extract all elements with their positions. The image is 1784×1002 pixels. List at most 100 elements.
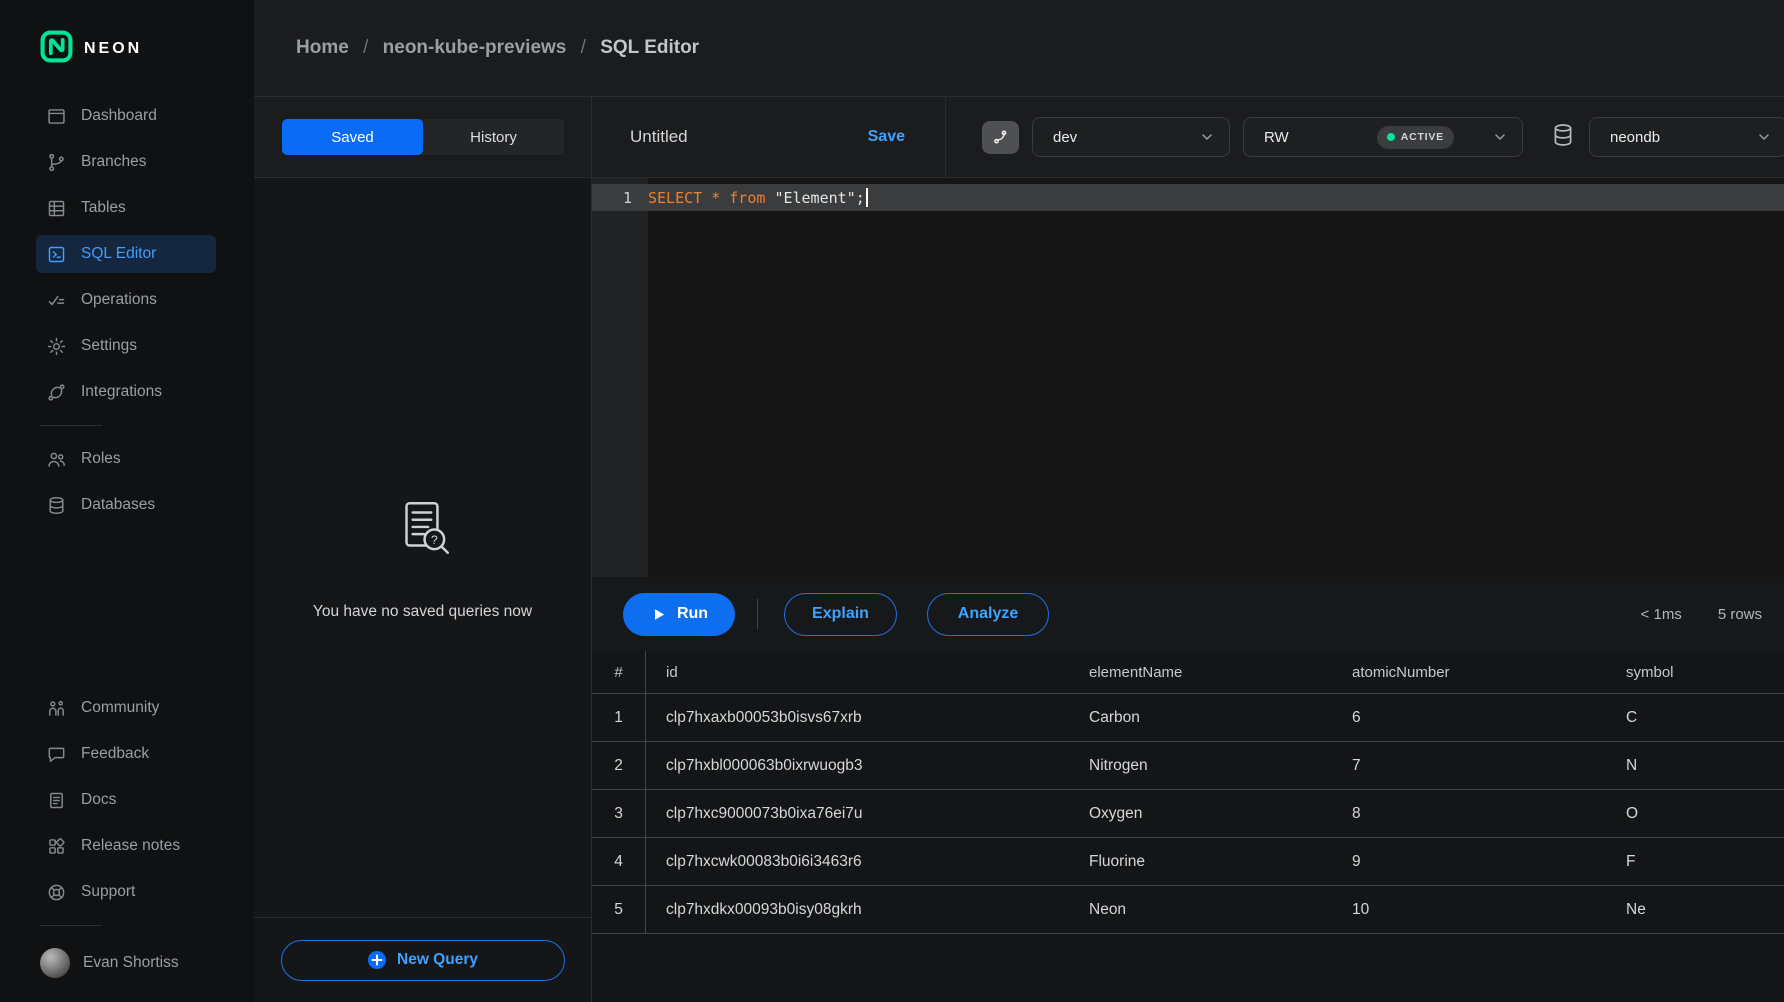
brand-wordmark: NEON (84, 40, 142, 58)
table-cell: clp7hxc9000073b0ixa76ei7u (646, 790, 1069, 837)
table-cell: Ne (1606, 886, 1784, 933)
saved-panel-footer: New Query (254, 917, 591, 1002)
main-area: Home / neon-kube-previews / SQL Editor S… (254, 0, 1784, 1002)
breadcrumb-separator: / (581, 37, 586, 58)
analyze-button[interactable]: Analyze (927, 593, 1049, 636)
sidebar-nav-secondary: Roles Databases (0, 440, 254, 532)
column-header: atomicNumber (1332, 651, 1606, 693)
active-dot-icon (1387, 133, 1395, 141)
saved-history-toggle: Saved History (282, 119, 564, 155)
play-icon (650, 606, 667, 623)
sidebar-item-sql-editor[interactable]: SQL Editor (36, 235, 216, 273)
sidebar-item-community[interactable]: Community (36, 689, 216, 727)
sidebar-divider (40, 925, 102, 926)
avatar (40, 948, 70, 978)
saved-panel-header: Saved History (254, 97, 592, 177)
sidebar-item-dashboard[interactable]: Dashboard (36, 97, 216, 135)
column-header: id (646, 651, 1069, 693)
sidebar: NEON Dashboard Branches Tables SQL Editor Op… (0, 0, 254, 1002)
neon-logo[interactable]: NEON (0, 0, 254, 97)
branch-select[interactable]: dev (1032, 117, 1230, 157)
databases-icon (45, 494, 67, 516)
sidebar-item-tables[interactable]: Tables (36, 189, 216, 227)
sidebar-item-settings[interactable]: Settings (36, 327, 216, 365)
community-icon (45, 697, 67, 719)
table-cell: Nitrogen (1069, 742, 1332, 789)
user-name: Evan Shortiss (83, 954, 179, 972)
status-badge-label: ACTIVE (1401, 131, 1444, 143)
sidebar-item-databases[interactable]: Databases (36, 486, 216, 524)
sidebar-item-operations[interactable]: Operations (36, 281, 216, 319)
table-cell: C (1606, 694, 1784, 741)
tab-history[interactable]: History (423, 119, 564, 155)
neon-console: NEON Dashboard Branches Tables SQL Editor Op… (0, 0, 1784, 1002)
query-title[interactable]: Untitled (630, 127, 868, 147)
compute-endpoint-select[interactable]: RW ACTIVE (1243, 117, 1523, 157)
sidebar-divider (40, 425, 102, 426)
table-cell: 2 (592, 742, 646, 789)
sidebar-item-release-notes[interactable]: Release notes (36, 827, 216, 865)
run-button[interactable]: Run (623, 593, 735, 636)
table-cell: Carbon (1069, 694, 1332, 741)
connection-selectors: dev RW ACTIVE (946, 97, 1784, 177)
content: ? You have no saved queries now New Quer… (254, 178, 1784, 1002)
breadcrumb-project[interactable]: neon-kube-previews (383, 37, 567, 58)
user-menu[interactable]: Evan Shortiss (40, 948, 254, 978)
table-row: 2clp7hxbl000063b0ixrwuogb3Nitrogen7N (592, 742, 1784, 790)
results-table: #idelementNameatomicNumbersymbol1clp7hxa… (592, 651, 1784, 1002)
line-number: 1 (592, 189, 648, 207)
sidebar-item-branches[interactable]: Branches (36, 143, 216, 181)
sql-token: "Element"; (774, 189, 864, 207)
table-cell: clp7hxbl000063b0ixrwuogb3 (646, 742, 1069, 789)
table-cell: 9 (1332, 838, 1606, 885)
release-notes-icon (45, 835, 67, 857)
database-select[interactable]: neondb (1589, 117, 1784, 157)
operations-icon (45, 289, 67, 311)
sidebar-item-roles[interactable]: Roles (36, 440, 216, 478)
settings-icon (45, 335, 67, 357)
neon-logo-icon (40, 30, 73, 68)
table-cell: clp7hxdkx00093b0isy08gkrh (646, 886, 1069, 933)
save-query-button[interactable]: Save (868, 128, 905, 146)
sidebar-item-docs[interactable]: Docs (36, 781, 216, 819)
sidebar-item-integrations[interactable]: Integrations (36, 373, 216, 411)
feedback-icon (45, 743, 67, 765)
sql-editor[interactable]: 1 SELECT * from "Element"; (592, 178, 1784, 577)
table-cell: Fluorine (1069, 838, 1332, 885)
sidebar-item-support[interactable]: Support (36, 873, 216, 911)
work-area: 1 SELECT * from "Element"; Run Explain A… (592, 178, 1784, 1002)
table-cell: Neon (1069, 886, 1332, 933)
endpoint-select-value: RW (1264, 129, 1377, 146)
no-queries-icon: ? (390, 549, 456, 566)
tables-icon (45, 197, 67, 219)
table-row: 5clp7hxdkx00093b0isy08gkrhNeon10Ne (592, 886, 1784, 934)
table-row: 3clp7hxc9000073b0ixa76ei7uOxygen8O (592, 790, 1784, 838)
explain-button[interactable]: Explain (784, 593, 897, 636)
saved-queries-panel: ? You have no saved queries now New Quer… (254, 178, 592, 1002)
branch-icon (982, 121, 1019, 154)
table-cell: clp7hxaxb00053b0isvs67xrb (646, 694, 1069, 741)
table-cell: F (1606, 838, 1784, 885)
sql-code: SELECT * from "Element"; (648, 188, 868, 207)
new-query-label: New Query (397, 951, 478, 969)
svg-text:?: ? (430, 533, 437, 547)
new-query-button[interactable]: New Query (281, 940, 565, 981)
breadcrumb-home[interactable]: Home (296, 37, 349, 58)
sidebar-item-feedback[interactable]: Feedback (36, 735, 216, 773)
actions-divider (757, 599, 758, 629)
chevron-down-icon (1492, 129, 1508, 145)
table-header-row: #idelementNameatomicNumbersymbol (592, 651, 1784, 694)
chevron-down-icon (1199, 129, 1215, 145)
tab-saved[interactable]: Saved (282, 119, 423, 155)
table-cell: 10 (1332, 886, 1606, 933)
table-cell: Oxygen (1069, 790, 1332, 837)
column-header: elementName (1069, 651, 1332, 693)
result-meta: < 1ms 5 rows (1641, 606, 1762, 623)
empty-state: ? You have no saved queries now (254, 496, 591, 621)
table-cell: clp7hxcwk00083b0i6i3463r6 (646, 838, 1069, 885)
branch-select-value: dev (1053, 129, 1187, 146)
breadcrumb-bar: Home / neon-kube-previews / SQL Editor (254, 0, 1784, 97)
text-cursor (866, 188, 868, 207)
roles-icon (45, 448, 67, 470)
table-cell: 3 (592, 790, 646, 837)
